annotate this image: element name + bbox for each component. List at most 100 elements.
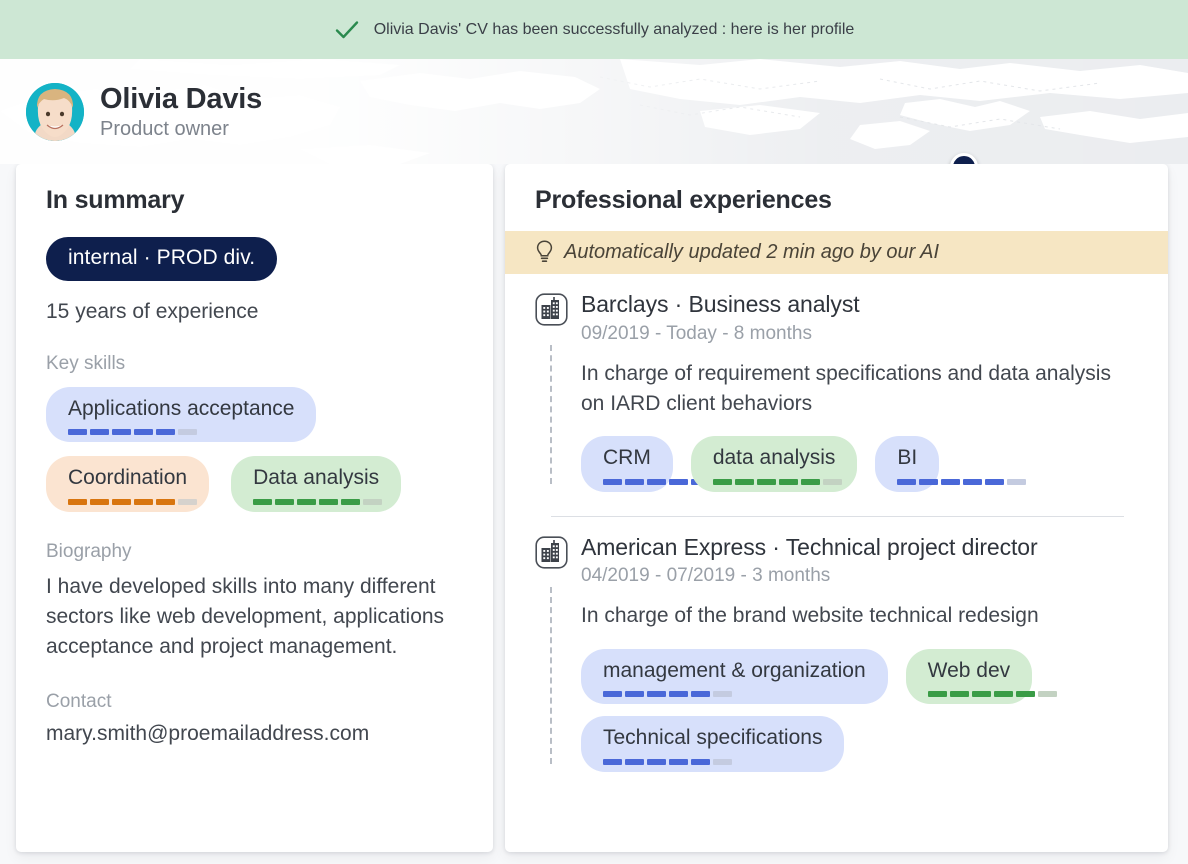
ai-notice-text: Automatically updated 2 min ago by our A… (564, 240, 940, 263)
experience-description: In charge of the brand website technical… (581, 604, 1039, 628)
skill-chip-label: Data analysis (253, 466, 380, 490)
biography-text: I have developed skills into many differ… (46, 574, 445, 658)
experience-title: American Express · Technical project dir… (581, 533, 1038, 560)
skill-level-segment (713, 758, 732, 765)
skill-level-segment (178, 498, 197, 505)
skill-chip-label: Applications acceptance (68, 397, 295, 420)
skill-level-segment (156, 498, 175, 505)
avatar (26, 82, 84, 141)
skill-level-segment (822, 478, 842, 485)
ai-update-notice: Automatically updated 2 min ago by our A… (505, 231, 1168, 274)
skill-level-segment (993, 691, 1013, 698)
skill-level-segment (90, 498, 109, 505)
biography-label: Biography (46, 540, 132, 562)
experience-title: Barclays · Business analyst (581, 291, 860, 317)
building-icon (535, 293, 568, 326)
timeline-connector (550, 344, 552, 484)
key-skills-list: Applications acceptance Coordination Data … (46, 387, 465, 512)
lightbulb-icon (536, 240, 553, 262)
skill-level-segment (971, 691, 991, 698)
skill-level-meter (603, 691, 732, 698)
skill-level-segment (319, 498, 339, 505)
experiences-title: Professional experiences (535, 186, 832, 214)
skill-level-segment (178, 429, 197, 436)
skill-level-segment (603, 691, 622, 698)
skill-chip[interactable]: CRM (581, 436, 732, 492)
experience-body: In charge of the brand website technical… (550, 587, 1146, 772)
skill-chip[interactable]: management & organization (581, 649, 888, 705)
success-banner: Olivia Davis' CV has been successfully a… (0, 0, 1188, 59)
skill-level-meter (68, 429, 197, 436)
skill-level-meter (927, 691, 1057, 698)
timeline-connector (550, 587, 552, 764)
skill-level-segment (778, 478, 798, 485)
skill-chip[interactable]: Web dev (905, 649, 1057, 705)
banner-message: Olivia Davis' CV has been successfully a… (373, 20, 855, 38)
skill-level-segment (647, 758, 666, 765)
skill-level-segment (647, 691, 666, 698)
skill-level-segment (341, 498, 361, 505)
skill-chip-label: BI (897, 446, 918, 470)
skill-chip-label: Web dev (927, 659, 1011, 683)
skill-chip-label: Coordination (68, 466, 188, 490)
skill-chip-label: Technical specifications (603, 726, 823, 750)
skill-level-segment (800, 478, 820, 485)
experiences-card: Professional experiences Automatically u… (505, 164, 1168, 852)
skill-level-segment (647, 478, 666, 485)
contact-email[interactable]: mary.smith@proemailaddress.com (46, 722, 465, 746)
skill-level-segment (941, 478, 961, 485)
skill-level-meter (712, 478, 842, 485)
skill-chip[interactable]: Data analysis (231, 456, 402, 512)
skill-chip-label: management & organization (603, 659, 866, 683)
skill-level-segment (985, 478, 1005, 485)
skill-chip[interactable]: BI (875, 436, 1027, 492)
building-icon (535, 536, 568, 569)
avatar-photo (26, 82, 84, 141)
skill-level-segment (625, 758, 644, 765)
skill-level-segment (1037, 691, 1057, 698)
profile-header: Olivia Davis Product owner (0, 59, 1188, 164)
experience-tag-list: management & organization Web dev Technica… (581, 649, 1146, 772)
contact-label: Contact (46, 690, 112, 712)
division-badge: internal · PROD div. (46, 237, 278, 281)
skill-level-segment (919, 478, 939, 485)
skill-level-segment (90, 429, 109, 436)
skill-chip-label: CRM (603, 446, 651, 470)
skill-chip[interactable]: Technical specifications (581, 716, 845, 772)
skill-level-segment (734, 478, 754, 485)
skill-level-segment (691, 691, 710, 698)
person-name: Olivia Davis (100, 82, 263, 115)
skill-level-segment (756, 478, 776, 485)
skill-level-segment (1007, 478, 1027, 485)
skill-chip[interactable]: Coordination (46, 456, 210, 512)
skill-level-segment (134, 429, 153, 436)
years-of-experience: 15 years of experience (46, 300, 259, 323)
skill-level-segment (603, 478, 622, 485)
skill-level-meter (897, 478, 1027, 485)
skill-level-segment (134, 498, 153, 505)
skill-level-segment (963, 478, 983, 485)
skill-level-segment (691, 758, 710, 765)
experience-item[interactable]: Barclays · Business analyst 09/2019 - Tod… (505, 274, 1146, 492)
key-skills-label: Key skills (46, 353, 126, 374)
skill-level-segment (112, 429, 131, 436)
experience-dates: 04/2019 - 07/2019 - 3 months (581, 565, 831, 587)
skill-level-meter (603, 758, 732, 765)
skill-level-segment (68, 498, 87, 505)
experience-header: American Express · Technical project dir… (535, 533, 1146, 588)
skill-level-segment (275, 498, 295, 505)
experience-tag-list: CRM data analysis BI (581, 436, 1146, 492)
skill-chip[interactable]: Applications acceptance (46, 387, 317, 443)
skill-level-segment (897, 478, 917, 485)
skill-level-segment (603, 758, 622, 765)
skill-level-segment (625, 691, 644, 698)
check-icon (335, 20, 358, 38)
skill-level-segment (253, 498, 273, 505)
skill-level-segment (669, 758, 688, 765)
skill-level-segment (949, 691, 969, 698)
skill-level-segment (927, 691, 947, 698)
experience-item[interactable]: American Express · Technical project dir… (505, 517, 1146, 772)
summary-card: In summary internal · PROD div. 15 years… (16, 164, 493, 852)
skill-chip[interactable]: data analysis (690, 436, 858, 492)
skill-level-segment (712, 478, 732, 485)
